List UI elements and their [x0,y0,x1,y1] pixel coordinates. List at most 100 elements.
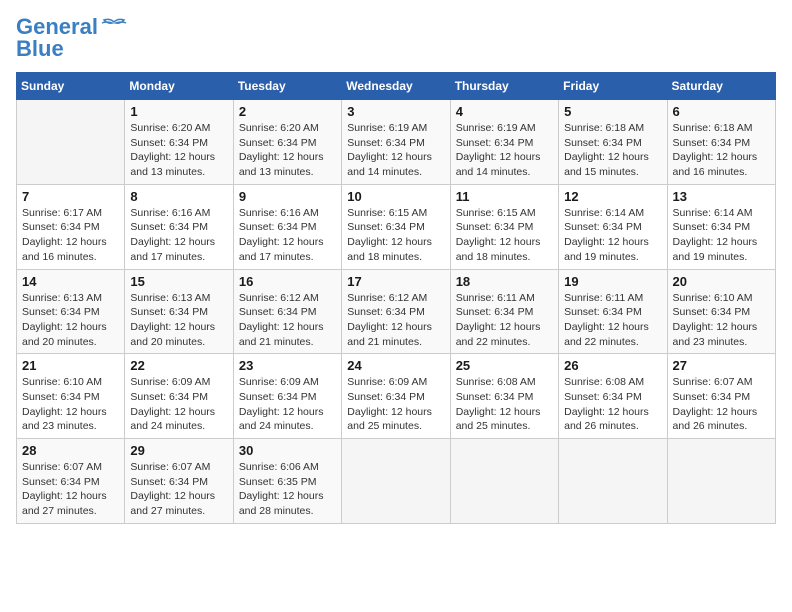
weekday-header-thursday: Thursday [450,73,558,100]
weekday-header-row: SundayMondayTuesdayWednesdayThursdayFrid… [17,73,776,100]
calendar-cell: 26 Sunrise: 6:08 AMSunset: 6:34 PMDayligh… [559,354,667,439]
day-number: 21 [22,358,119,373]
day-number: 26 [564,358,661,373]
day-number: 16 [239,274,336,289]
day-info: Sunrise: 6:14 AMSunset: 6:34 PMDaylight:… [673,206,770,265]
calendar-cell: 16 Sunrise: 6:12 AMSunset: 6:34 PMDayligh… [233,269,341,354]
day-info: Sunrise: 6:16 AMSunset: 6:34 PMDaylight:… [239,206,336,265]
week-row-5: 28 Sunrise: 6:07 AMSunset: 6:34 PMDayligh… [17,439,776,524]
logo-blue: Blue [16,36,64,61]
day-number: 24 [347,358,444,373]
calendar-cell: 5 Sunrise: 6:18 AMSunset: 6:34 PMDaylight… [559,100,667,185]
calendar-cell: 27 Sunrise: 6:07 AMSunset: 6:34 PMDayligh… [667,354,775,439]
day-number: 5 [564,104,661,119]
day-info: Sunrise: 6:11 AMSunset: 6:34 PMDaylight:… [564,291,661,350]
day-info: Sunrise: 6:17 AMSunset: 6:34 PMDaylight:… [22,206,119,265]
calendar-cell: 1 Sunrise: 6:20 AMSunset: 6:34 PMDaylight… [125,100,233,185]
calendar-cell: 18 Sunrise: 6:11 AMSunset: 6:34 PMDayligh… [450,269,558,354]
day-info: Sunrise: 6:08 AMSunset: 6:34 PMDaylight:… [456,375,553,434]
weekday-header-tuesday: Tuesday [233,73,341,100]
day-info: Sunrise: 6:08 AMSunset: 6:34 PMDaylight:… [564,375,661,434]
calendar-cell [450,439,558,524]
calendar-cell: 25 Sunrise: 6:08 AMSunset: 6:34 PMDayligh… [450,354,558,439]
day-number: 19 [564,274,661,289]
day-info: Sunrise: 6:14 AMSunset: 6:34 PMDaylight:… [564,206,661,265]
calendar-cell: 17 Sunrise: 6:12 AMSunset: 6:34 PMDayligh… [342,269,450,354]
day-number: 14 [22,274,119,289]
day-number: 28 [22,443,119,458]
day-number: 7 [22,189,119,204]
day-info: Sunrise: 6:20 AMSunset: 6:34 PMDaylight:… [239,121,336,180]
day-number: 22 [130,358,227,373]
calendar-cell: 9 Sunrise: 6:16 AMSunset: 6:34 PMDaylight… [233,184,341,269]
calendar-cell: 3 Sunrise: 6:19 AMSunset: 6:34 PMDaylight… [342,100,450,185]
day-number: 29 [130,443,227,458]
weekday-header-wednesday: Wednesday [342,73,450,100]
logo-text: General Blue [16,16,98,60]
day-info: Sunrise: 6:11 AMSunset: 6:34 PMDaylight:… [456,291,553,350]
day-info: Sunrise: 6:06 AMSunset: 6:35 PMDaylight:… [239,460,336,519]
day-number: 11 [456,189,553,204]
calendar-cell: 10Sunrise: 6:15 AMSunset: 6:34 PMDayligh… [342,184,450,269]
calendar-cell: 13 Sunrise: 6:14 AMSunset: 6:34 PMDayligh… [667,184,775,269]
day-number: 25 [456,358,553,373]
calendar-cell [342,439,450,524]
day-info: Sunrise: 6:12 AMSunset: 6:34 PMDaylight:… [347,291,444,350]
day-info: Sunrise: 6:13 AMSunset: 6:34 PMDaylight:… [130,291,227,350]
day-number: 3 [347,104,444,119]
day-number: 13 [673,189,770,204]
logo: General Blue [16,16,128,60]
week-row-4: 21Sunrise: 6:10 AMSunset: 6:34 PMDayligh… [17,354,776,439]
day-number: 30 [239,443,336,458]
logo-bird-icon [100,18,128,40]
week-row-3: 14 Sunrise: 6:13 AMSunset: 6:34 PMDayligh… [17,269,776,354]
day-info: Sunrise: 6:09 AMSunset: 6:34 PMDaylight:… [347,375,444,434]
calendar-cell: 28 Sunrise: 6:07 AMSunset: 6:34 PMDayligh… [17,439,125,524]
day-number: 9 [239,189,336,204]
calendar-cell: 21Sunrise: 6:10 AMSunset: 6:34 PMDayligh… [17,354,125,439]
weekday-header-friday: Friday [559,73,667,100]
calendar-cell: 7 Sunrise: 6:17 AMSunset: 6:34 PMDaylight… [17,184,125,269]
calendar-table: SundayMondayTuesdayWednesdayThursdayFrid… [16,72,776,524]
day-info: Sunrise: 6:07 AMSunset: 6:34 PMDaylight:… [673,375,770,434]
calendar-cell: 14 Sunrise: 6:13 AMSunset: 6:34 PMDayligh… [17,269,125,354]
day-info: Sunrise: 6:16 AMSunset: 6:34 PMDaylight:… [130,206,227,265]
day-number: 2 [239,104,336,119]
day-info: Sunrise: 6:07 AMSunset: 6:34 PMDaylight:… [130,460,227,519]
day-number: 20 [673,274,770,289]
calendar-cell: 20 Sunrise: 6:10 AMSunset: 6:34 PMDayligh… [667,269,775,354]
day-info: Sunrise: 6:19 AMSunset: 6:34 PMDaylight:… [347,121,444,180]
calendar-cell: 6Sunrise: 6:18 AMSunset: 6:34 PMDaylight… [667,100,775,185]
weekday-header-sunday: Sunday [17,73,125,100]
day-number: 8 [130,189,227,204]
day-info: Sunrise: 6:10 AMSunset: 6:34 PMDaylight:… [673,291,770,350]
day-info: Sunrise: 6:18 AMSunset: 6:34 PMDaylight:… [673,121,770,180]
week-row-1: 1 Sunrise: 6:20 AMSunset: 6:34 PMDaylight… [17,100,776,185]
day-info: Sunrise: 6:15 AMSunset: 6:34 PMDaylight:… [347,206,444,265]
day-number: 1 [130,104,227,119]
day-number: 15 [130,274,227,289]
day-info: Sunrise: 6:12 AMSunset: 6:34 PMDaylight:… [239,291,336,350]
day-info: Sunrise: 6:13 AMSunset: 6:34 PMDaylight:… [22,291,119,350]
day-info: Sunrise: 6:09 AMSunset: 6:34 PMDaylight:… [130,375,227,434]
day-info: Sunrise: 6:18 AMSunset: 6:34 PMDaylight:… [564,121,661,180]
day-info: Sunrise: 6:19 AMSunset: 6:34 PMDaylight:… [456,121,553,180]
calendar-cell: 30 Sunrise: 6:06 AMSunset: 6:35 PMDayligh… [233,439,341,524]
calendar-cell: 15 Sunrise: 6:13 AMSunset: 6:34 PMDayligh… [125,269,233,354]
day-number: 12 [564,189,661,204]
day-number: 18 [456,274,553,289]
day-number: 23 [239,358,336,373]
week-row-2: 7 Sunrise: 6:17 AMSunset: 6:34 PMDaylight… [17,184,776,269]
calendar-cell: 23Sunrise: 6:09 AMSunset: 6:34 PMDayligh… [233,354,341,439]
day-number: 27 [673,358,770,373]
calendar-cell: 2 Sunrise: 6:20 AMSunset: 6:34 PMDaylight… [233,100,341,185]
page-header: General Blue [16,16,776,60]
day-info: Sunrise: 6:20 AMSunset: 6:34 PMDaylight:… [130,121,227,180]
calendar-cell: 11 Sunrise: 6:15 AMSunset: 6:34 PMDayligh… [450,184,558,269]
weekday-header-monday: Monday [125,73,233,100]
calendar-cell: 29 Sunrise: 6:07 AMSunset: 6:34 PMDayligh… [125,439,233,524]
day-info: Sunrise: 6:07 AMSunset: 6:34 PMDaylight:… [22,460,119,519]
day-info: Sunrise: 6:15 AMSunset: 6:34 PMDaylight:… [456,206,553,265]
day-number: 4 [456,104,553,119]
day-number: 17 [347,274,444,289]
